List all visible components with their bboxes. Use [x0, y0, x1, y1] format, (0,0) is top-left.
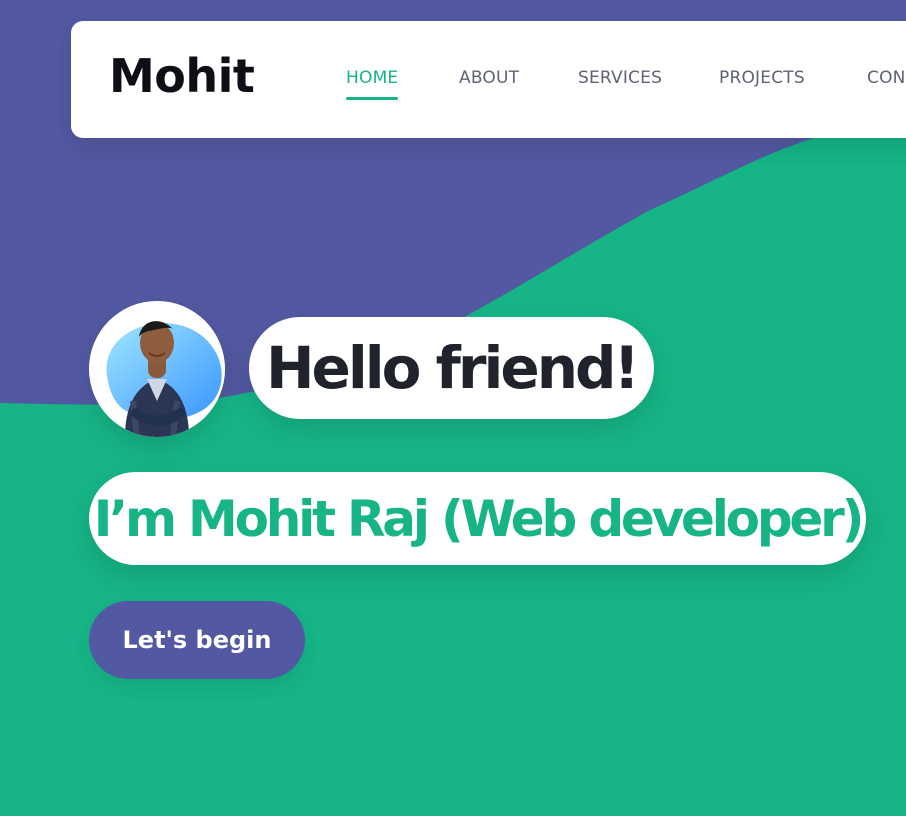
intro-bubble: I’m Mohit Raj (Web developer)	[89, 472, 866, 565]
lets-begin-button[interactable]: Let's begin	[89, 601, 305, 679]
greeting-bubble: Hello friend!	[249, 317, 654, 419]
nav-services[interactable]: SERVICES	[578, 68, 662, 88]
nav-contact[interactable]: CON	[867, 68, 906, 88]
logo[interactable]: Mohit	[109, 49, 255, 103]
profile-photo-icon	[89, 301, 225, 437]
intro-text: I’m Mohit Raj (Web developer)	[93, 489, 865, 548]
nav-about[interactable]: ABOUT	[459, 68, 519, 88]
greeting-text: Hello friend!	[266, 334, 640, 402]
navbar: Mohit HOME ABOUT SERVICES PROJECTS CON	[71, 21, 906, 138]
avatar	[89, 301, 225, 437]
nav-home[interactable]: HOME	[346, 68, 399, 100]
nav-projects[interactable]: PROJECTS	[719, 68, 805, 88]
